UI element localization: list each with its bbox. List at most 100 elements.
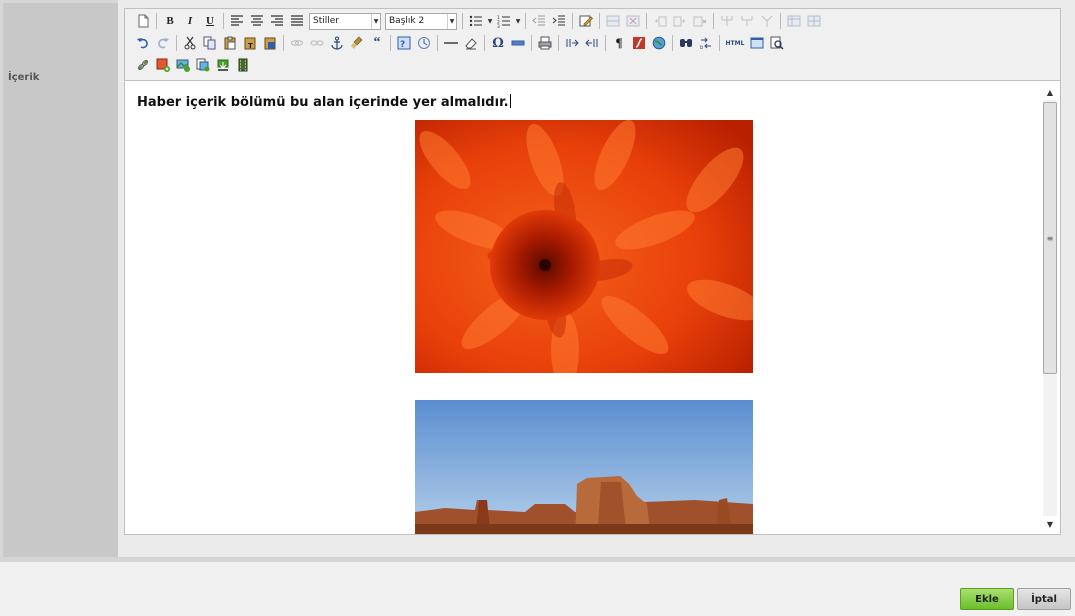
undo-icon[interactable] <box>134 34 152 52</box>
indent-icon[interactable] <box>550 12 568 30</box>
iframe-globe-icon[interactable] <box>650 34 668 52</box>
scrollbar-track[interactable]: ≡ <box>1043 100 1057 516</box>
special-char-button[interactable]: Ω <box>489 34 507 52</box>
toolbar-row-1: B I U Stiller ▼ Başlık 2 ▼ ▼ 1 2 3 ▼ <box>133 10 824 32</box>
rtl-direction-icon[interactable] <box>583 34 601 52</box>
bold-button[interactable]: B <box>161 12 179 30</box>
toolbar-separator <box>390 35 391 51</box>
flash-icon[interactable] <box>630 34 648 52</box>
align-left-icon[interactable] <box>228 12 246 30</box>
insert-column-after-icon[interactable] <box>671 12 689 30</box>
image-insert-icon[interactable] <box>174 56 192 74</box>
chevron-down-icon: ▼ <box>447 13 456 29</box>
anchor-icon[interactable] <box>328 34 346 52</box>
flower-image[interactable] <box>415 120 753 373</box>
chevron-down-icon[interactable]: ▼ <box>514 18 522 25</box>
toolbar-separator <box>484 35 485 51</box>
media-manager-icon[interactable] <box>214 56 232 74</box>
insert-column-before-icon[interactable] <box>651 12 669 30</box>
cell-properties-icon[interactable] <box>758 12 776 30</box>
hyperlink-icon[interactable] <box>134 56 152 74</box>
toolbar-separator <box>156 13 157 29</box>
style-select[interactable]: Stiller ▼ <box>309 12 381 30</box>
merge-cell-icon[interactable] <box>738 12 756 30</box>
chevron-down-icon[interactable]: ▼ <box>486 18 494 25</box>
copy-icon[interactable] <box>201 34 219 52</box>
table-delete-icon[interactable] <box>624 12 642 30</box>
replace-icon[interactable]: b <box>697 34 715 52</box>
maximize-icon[interactable] <box>748 34 766 52</box>
toolbar-separator <box>462 13 463 29</box>
toolbar-separator <box>646 13 647 29</box>
field-label-column: İçerik <box>0 0 118 557</box>
show-blocks-button[interactable]: ¶ <box>610 34 628 52</box>
new-page-icon[interactable] <box>134 12 152 30</box>
underline-button[interactable]: U <box>201 12 219 30</box>
table-row-icon[interactable] <box>604 12 622 30</box>
delete-column-icon[interactable] <box>691 12 709 30</box>
document-manager-icon[interactable] <box>194 56 212 74</box>
toolbar-separator <box>605 35 606 51</box>
eraser-icon[interactable] <box>462 34 480 52</box>
chevron-down-icon: ▼ <box>371 13 380 29</box>
editor-wrapper: B I U Stiller ▼ Başlık 2 ▼ ▼ 1 2 3 ▼ T “… <box>118 0 1075 557</box>
blockquote-button[interactable]: “ <box>368 34 386 52</box>
content-heading[interactable]: Haber içerik bölümü bu alan içerinde yer… <box>137 94 511 110</box>
toolbar-separator <box>531 35 532 51</box>
align-right-icon[interactable] <box>268 12 286 30</box>
content-heading-text: Haber içerik bölümü bu alan içerinde yer… <box>137 95 509 110</box>
link-icon[interactable] <box>288 34 306 52</box>
scroll-up-arrow-icon[interactable]: ▲ <box>1040 84 1060 100</box>
paste-word-icon[interactable] <box>261 34 279 52</box>
text-caret <box>509 94 511 108</box>
outdent-icon[interactable] <box>530 12 548 30</box>
html-source-button[interactable]: HTML <box>724 34 746 52</box>
editor-toolbar: B I U Stiller ▼ Başlık 2 ▼ ▼ 1 2 3 ▼ T “… <box>125 9 1060 81</box>
bullet-list-icon[interactable] <box>467 12 485 30</box>
paste-text-icon[interactable]: T <box>241 34 259 52</box>
toolbar-separator <box>283 35 284 51</box>
scroll-down-arrow-icon[interactable]: ▼ <box>1040 516 1060 532</box>
edit-source-icon[interactable] <box>577 12 595 30</box>
toolbar-separator <box>223 13 224 29</box>
flower-image-graphic <box>415 120 753 373</box>
cancel-button[interactable]: İptal <box>1017 588 1071 610</box>
toolbar-separator <box>176 35 177 51</box>
video-film-icon[interactable] <box>234 56 252 74</box>
paste-icon[interactable] <box>221 34 239 52</box>
split-cell-icon[interactable] <box>718 12 736 30</box>
editor-content-area[interactable]: Haber içerik bölümü bu alan içerinde yer… <box>125 82 1040 534</box>
italic-button[interactable]: I <box>181 12 199 30</box>
preview-icon[interactable] <box>768 34 786 52</box>
scayt-icon[interactable] <box>415 34 433 52</box>
rich-text-editor: B I U Stiller ▼ Başlık 2 ▼ ▼ 1 2 3 ▼ T “… <box>124 8 1061 535</box>
desert-image[interactable] <box>415 400 753 534</box>
table-properties-icon[interactable] <box>785 12 803 30</box>
form-bottom-border <box>0 557 1075 562</box>
add-button[interactable]: Ekle <box>960 588 1014 610</box>
table-layout-icon[interactable] <box>805 12 823 30</box>
numbered-list-icon[interactable]: 123 <box>495 12 513 30</box>
spellcheck-icon[interactable]: ? <box>395 34 413 52</box>
redo-icon[interactable] <box>154 34 172 52</box>
horizontal-rule-icon[interactable] <box>442 34 460 52</box>
print-icon[interactable] <box>536 34 554 52</box>
svg-text:?: ? <box>400 40 405 50</box>
page-break-icon[interactable] <box>509 34 527 52</box>
desert-image-graphic <box>415 400 753 534</box>
find-icon[interactable] <box>677 34 695 52</box>
clean-format-icon[interactable] <box>348 34 366 52</box>
align-justify-icon[interactable] <box>288 12 306 30</box>
unlink-icon[interactable] <box>308 34 326 52</box>
scrollbar-thumb[interactable]: ≡ <box>1043 102 1057 374</box>
format-select[interactable]: Başlık 2 ▼ <box>385 12 457 30</box>
form-area: İçerik B I U Stiller ▼ Başlık 2 ▼ ▼ 1 2 … <box>0 0 1075 562</box>
toolbar-separator <box>719 35 720 51</box>
style-select-value: Stiller <box>313 15 339 26</box>
toolbar-separator <box>572 13 573 29</box>
ltr-direction-icon[interactable] <box>563 34 581 52</box>
cut-icon[interactable] <box>181 34 199 52</box>
image-manager-icon[interactable] <box>154 56 172 74</box>
editor-scrollbar[interactable]: ▲ ≡ ▼ <box>1040 82 1060 534</box>
align-center-icon[interactable] <box>248 12 266 30</box>
